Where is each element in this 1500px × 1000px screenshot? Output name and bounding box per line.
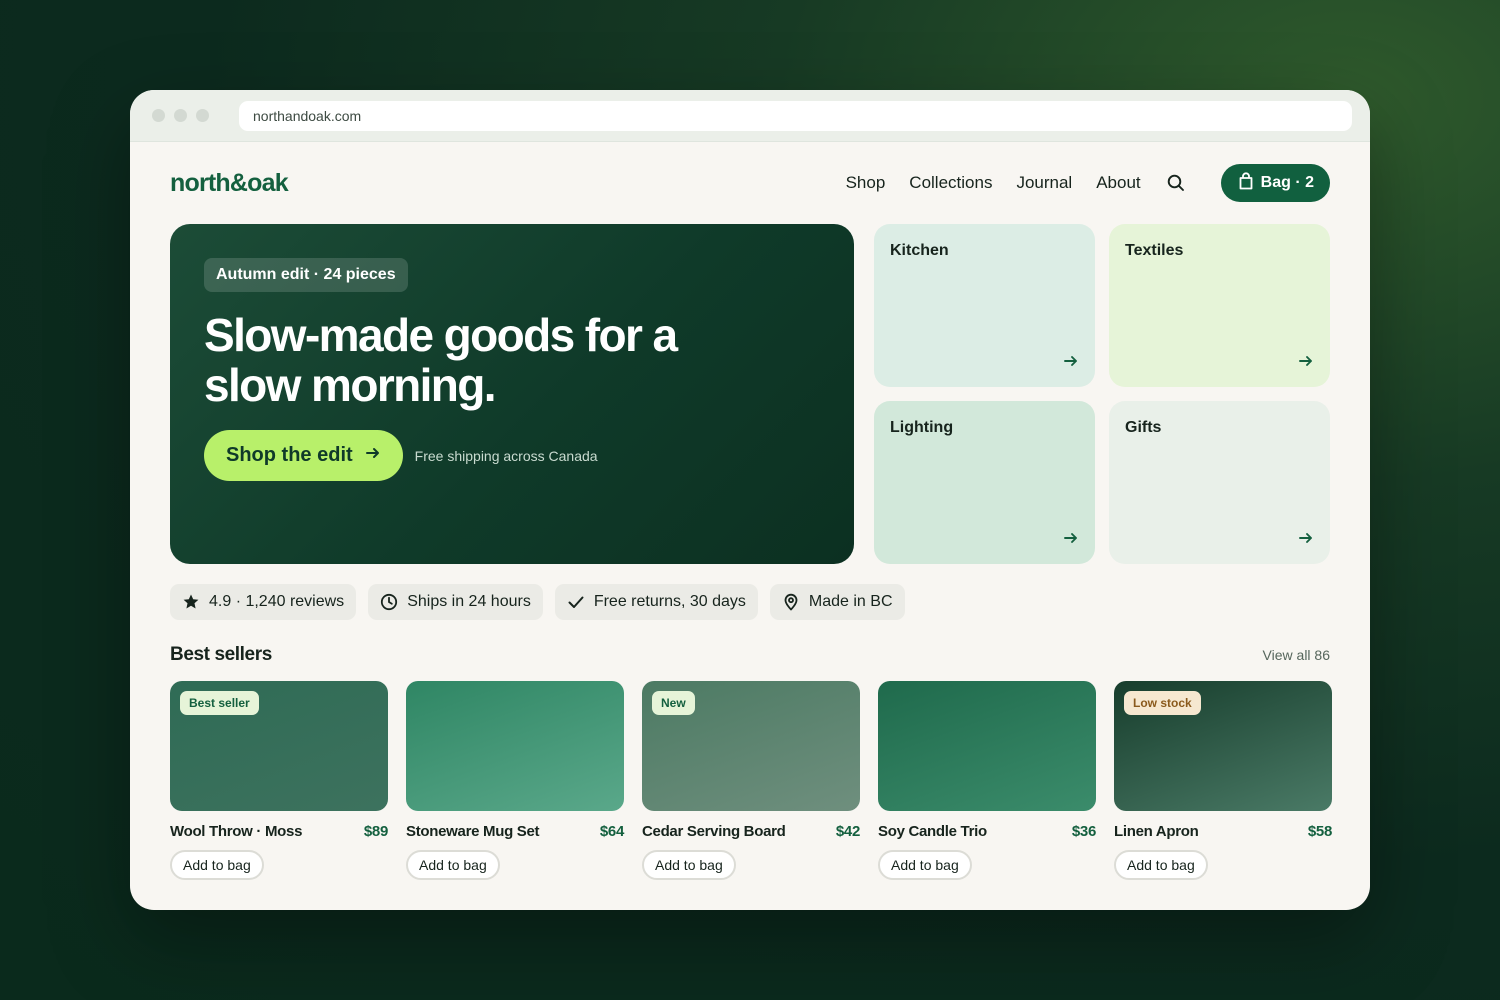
feature-label: 4.9 · 1,240 reviews	[209, 593, 345, 610]
feature-pill: 4.9 · 1,240 reviews	[170, 584, 357, 620]
shopping-bag-icon	[1239, 171, 1253, 195]
product-image[interactable]	[406, 681, 624, 811]
product-price: $58	[1307, 823, 1332, 840]
product-card[interactable]: New Cedar Serving Board $42 Add to bag	[642, 681, 860, 880]
browser-window: northandoak.com north&oak Shop Collectio…	[130, 90, 1370, 910]
product-card[interactable]: Stoneware Mug Set $64 Add to bag	[406, 681, 624, 880]
feature-label: Made in BC	[808, 593, 893, 610]
category-card-gifts[interactable]: Gifts	[1109, 401, 1330, 564]
clock-icon	[381, 593, 398, 611]
product-name[interactable]: Cedar Serving Board	[642, 823, 786, 840]
add-to-bag-button[interactable]: Add to bag	[878, 850, 972, 880]
nav-shop[interactable]: Shop	[846, 173, 886, 193]
product-name[interactable]: Soy Candle Trio	[878, 823, 987, 840]
cta-label: Shop the edit	[226, 444, 353, 466]
product-info: Soy Candle Trio $36	[878, 823, 1096, 840]
feature-pill: Made in BC	[769, 584, 905, 620]
product-image[interactable]: New	[642, 681, 860, 811]
logo[interactable]: north&oak	[170, 169, 289, 198]
address-bar[interactable]: northandoak.com	[239, 100, 1352, 131]
hero-cta-row: Shop the edit Free shipping across Canad…	[204, 430, 820, 481]
product-price: $36	[1071, 823, 1096, 840]
section-title: Best sellers	[170, 644, 272, 665]
hero-banner: Autumn edit · 24 pieces Slow-made goods …	[170, 224, 854, 564]
bag-label: Bag · 2	[1260, 174, 1314, 191]
product-grid: Best seller Wool Throw · Moss $89 Add to…	[170, 681, 1332, 880]
product-name[interactable]: Linen Apron	[1114, 823, 1199, 840]
add-to-bag-button[interactable]: Add to bag	[1114, 850, 1208, 880]
product-card[interactable]: Low stock Linen Apron $58 Add to bag	[1114, 681, 1332, 880]
product-name[interactable]: Wool Throw · Moss	[170, 823, 302, 840]
hero-badge: Autumn edit · 24 pieces	[204, 258, 408, 292]
nav-about[interactable]: About	[1096, 173, 1140, 193]
site-header: north&oak Shop Collections Journal About…	[170, 164, 1330, 202]
category-label: Textiles	[1125, 242, 1184, 259]
feature-label: Ships in 24 hours	[407, 593, 531, 610]
best-sellers-header: Best sellers View all 86	[170, 643, 1330, 667]
product-price: $42	[835, 823, 860, 840]
category-label: Gifts	[1125, 419, 1162, 436]
product-info: Stoneware Mug Set $64	[406, 823, 624, 840]
url-text: northandoak.com	[253, 107, 362, 124]
shipping-note: Free shipping across Canada	[414, 447, 598, 464]
check-icon	[568, 596, 584, 608]
product-price: $64	[599, 823, 624, 840]
product-card[interactable]: Soy Candle Trio $36 Add to bag	[878, 681, 1096, 880]
star-icon	[183, 594, 199, 609]
product-image[interactable]: Low stock	[1114, 681, 1332, 811]
product-name[interactable]: Stoneware Mug Set	[406, 823, 540, 840]
product-info: Wool Throw · Moss $89	[170, 823, 388, 840]
bag-button[interactable]: Bag · 2	[1220, 164, 1330, 202]
nav-collections[interactable]: Collections	[909, 173, 992, 193]
best-seller-badge: Best seller	[180, 691, 259, 715]
product-info: Linen Apron $58	[1114, 823, 1332, 840]
main-nav: Shop Collections Journal About Bag · 2	[846, 164, 1330, 202]
location-pin-icon	[784, 593, 798, 611]
category-card-textiles[interactable]: Textiles	[1109, 224, 1330, 387]
feature-pill: Ships in 24 hours	[368, 584, 543, 620]
arrow-right-icon	[1064, 533, 1077, 543]
category-label: Lighting	[890, 419, 954, 436]
browser-chrome: northandoak.com	[130, 90, 1370, 142]
feature-label: Free returns, 30 days	[593, 593, 746, 610]
category-label: Kitchen	[890, 242, 949, 259]
category-card-kitchen[interactable]: Kitchen	[874, 224, 1095, 387]
product-card[interactable]: Best seller Wool Throw · Moss $89 Add to…	[170, 681, 388, 880]
add-to-bag-button[interactable]: Add to bag	[642, 850, 736, 880]
product-image[interactable]	[878, 681, 1096, 811]
arrow-right-icon	[365, 444, 381, 467]
product-price: $89	[363, 823, 388, 840]
category-card-lighting[interactable]: Lighting	[874, 401, 1095, 564]
shop-the-edit-button[interactable]: Shop the edit	[204, 430, 403, 481]
feature-pill: Free returns, 30 days	[554, 584, 758, 620]
view-all-link[interactable]: View all 86	[1263, 647, 1330, 663]
low-stock-badge: Low stock	[1124, 691, 1201, 715]
arrow-right-icon	[1064, 356, 1077, 366]
search-icon[interactable]	[1165, 172, 1187, 194]
minimize-dot[interactable]	[174, 109, 187, 122]
new-badge: New	[652, 691, 695, 715]
nav-journal[interactable]: Journal	[1016, 173, 1072, 193]
window-controls	[152, 109, 209, 122]
arrow-right-icon	[1299, 533, 1312, 543]
feature-pills: 4.9 · 1,240 reviews Ships in 24 hours Fr…	[170, 584, 905, 620]
product-image[interactable]: Best seller	[170, 681, 388, 811]
add-to-bag-button[interactable]: Add to bag	[170, 850, 264, 880]
close-dot[interactable]	[152, 109, 165, 122]
add-to-bag-button[interactable]: Add to bag	[406, 850, 500, 880]
product-info: Cedar Serving Board $42	[642, 823, 860, 840]
hero-title: Slow-made goods for a slow morning.	[204, 309, 678, 411]
maximize-dot[interactable]	[196, 109, 209, 122]
arrow-right-icon	[1299, 356, 1312, 366]
